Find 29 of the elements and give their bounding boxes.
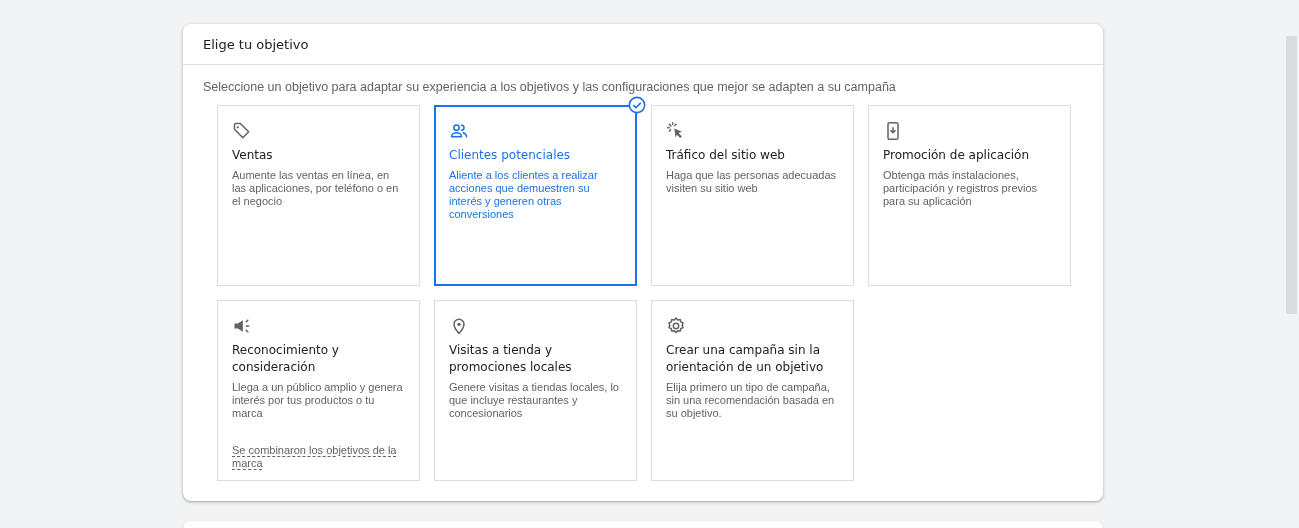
objective-title: Ventas [232, 147, 273, 164]
objective-tile[interactable]: Promoción de aplicación Obtenga más instalaciones, participación y registros previos para su aplicación [868, 105, 1071, 286]
objective-description: Llega a un público amplio y genera interés por tus productos o tu marca [232, 381, 404, 420]
objective-description: Haga que las personas adecuadas visiten su sitio web [666, 169, 837, 195]
objective-title: Visitas a tienda y promociones locales [449, 342, 573, 376]
people-icon [449, 121, 469, 141]
objective-title: Clientes potenciales [449, 147, 571, 164]
megaphone-icon [232, 316, 252, 336]
objective-description: Elija primero un tipo de campaña, sin una recomendación basada en su objetivo. [666, 381, 836, 420]
check-circle-icon [628, 96, 646, 114]
info-link[interactable]: Se combinaron los objetivos de la marca [232, 444, 406, 470]
objective-tile[interactable]: Ventas Aumente las ventas en línea, en las aplicaciones, por teléfono o en el negocio [217, 105, 420, 286]
objective-title: Reconocimiento y consideración [232, 342, 340, 376]
objective-tile[interactable]: Tráfico del sitio web Haga que las personas adecuadas visiten su sitio web [651, 105, 854, 286]
objective-title: Tráfico del sitio web [666, 147, 785, 164]
objective-tile[interactable]: Crear una campaña sin la orientación de un objetivo Elija primero un tipo de campaña, sin una recomendación basada en su objetivo. [651, 300, 854, 481]
objective-tile[interactable]: Reconocimiento y consideración Llega a un público amplio y genera interés por tus productos o tu marca Se combinaron los objetivos de la marca [217, 300, 420, 481]
objective-tile[interactable]: Clientes potenciales Aliente a los clientes a realizar acciones que demuestren su interés y generen otras conversiones [434, 105, 637, 286]
objective-description: Genere visitas a tiendas locales, lo que incluye restaurantes y concesionarios [449, 381, 620, 420]
settings-icon [666, 316, 686, 336]
objective-title: Promoción de aplicación [883, 147, 1030, 164]
tag-icon [232, 121, 252, 141]
card-subtitle: Seleccione un objetivo para adaptar su experiencia a los objetivos y las configuraciones que mejor se adapten a su campaña [203, 79, 897, 95]
objective-description: Obtenga más instalaciones, participación y registros previos para su aplicación [883, 169, 1039, 208]
objective-description: Aumente las ventas en línea, en las aplicaciones, por teléfono o en el negocio [232, 169, 400, 208]
objective-description: Aliente a los clientes a realizar acciones que demuestren su interés y generen otras conversiones [449, 169, 599, 221]
objective-tile[interactable]: Visitas a tienda y promociones locales Genere visitas a tiendas locales, lo que incluye restaurantes y concesionarios [434, 300, 637, 481]
objective-title: Crear una campaña sin la orientación de un objetivo [666, 342, 825, 376]
card-title: Elige tu objetivo [203, 36, 309, 52]
